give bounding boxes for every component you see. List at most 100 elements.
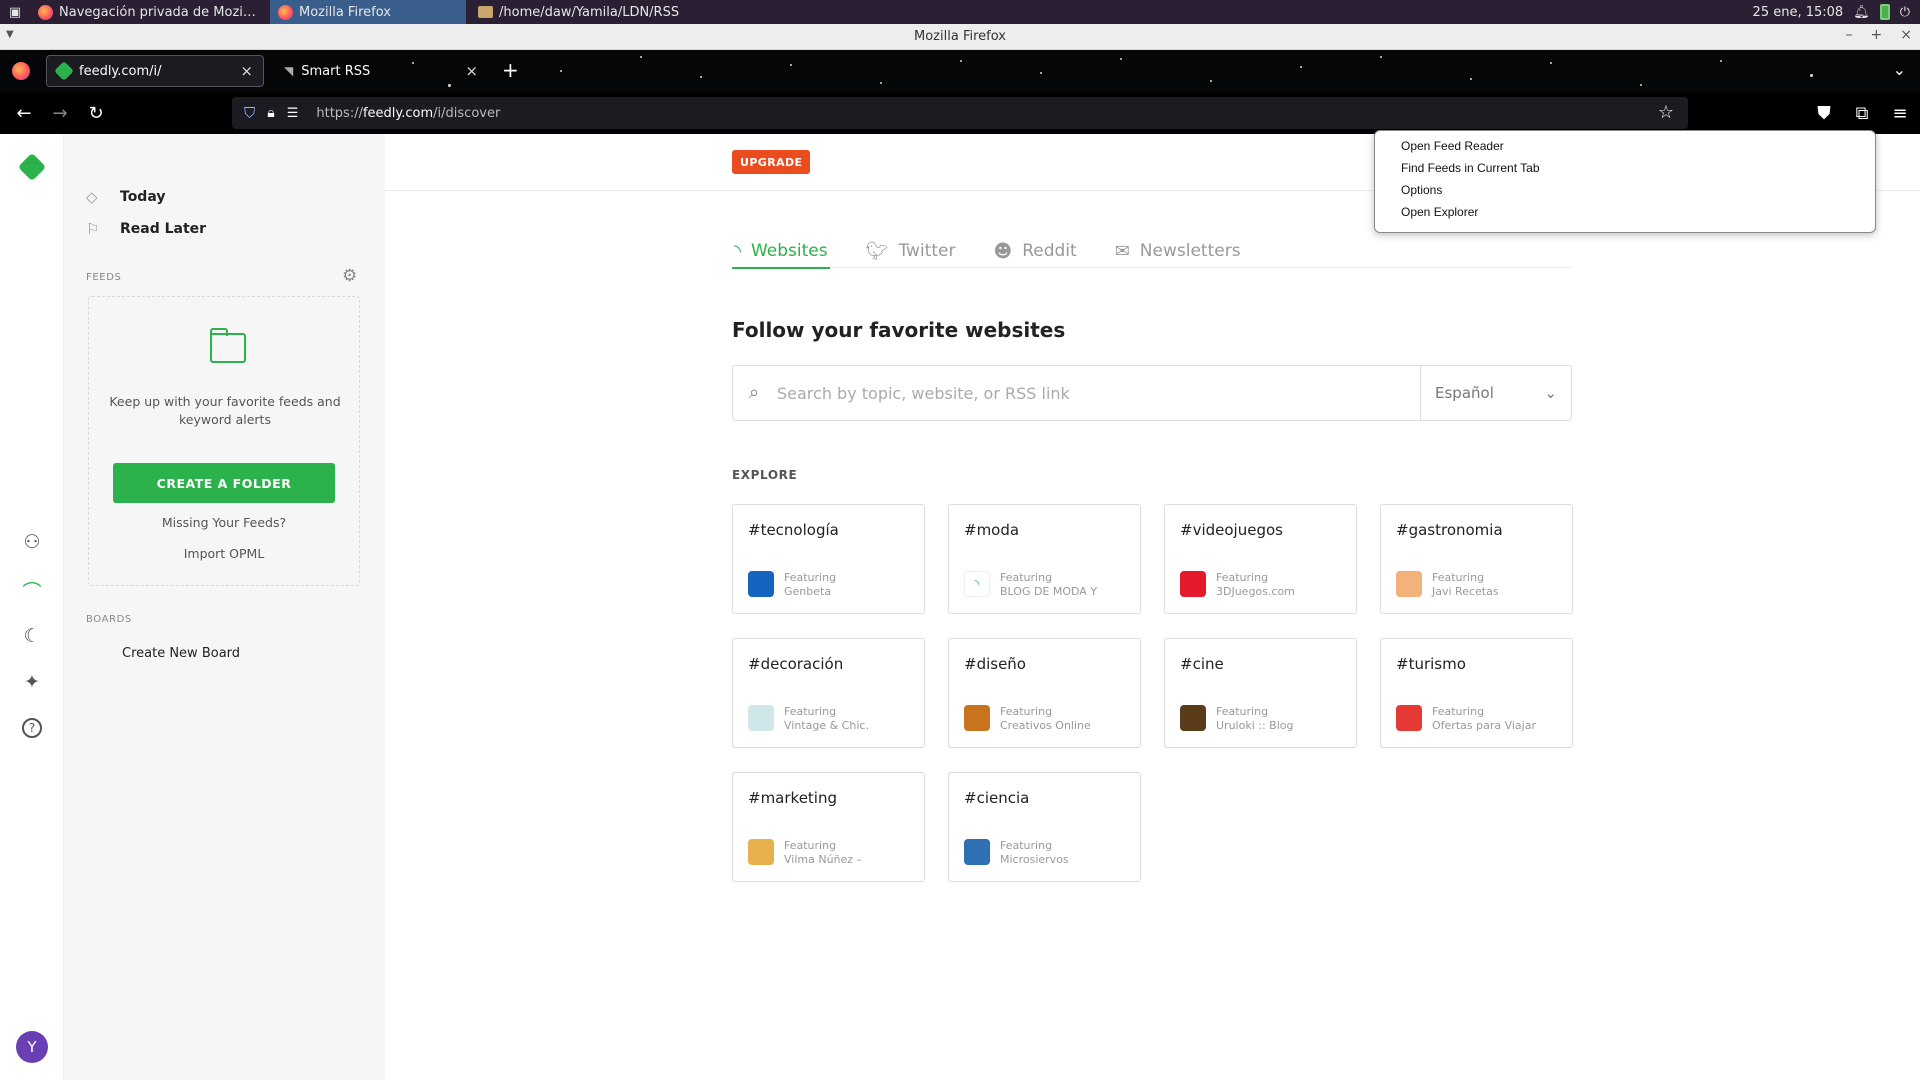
topic-tag: #cine (1180, 655, 1224, 673)
discover-main: UPGRADE ◝ Websites 🐦︎ Twitter ☻ Reddit ✉… (385, 134, 1920, 1080)
tab-twitter[interactable]: 🐦︎ Twitter (864, 234, 958, 268)
source-name: Vilma Núñez – (784, 853, 863, 866)
boards-section-label: BOARDS (86, 614, 132, 625)
back-button[interactable]: ← (6, 97, 42, 129)
language-select[interactable]: Español ⌄ (1420, 366, 1571, 420)
feedly-logo-icon[interactable] (17, 152, 47, 182)
featuring-label: Featuring (1216, 571, 1269, 584)
source-logo-icon (964, 705, 990, 731)
clock[interactable]: 25 ene, 15:08 (1753, 5, 1844, 20)
topic-card[interactable]: #decoración Featuring Vintage & Chic. (732, 638, 925, 748)
battery-icon[interactable] (1879, 4, 1890, 20)
sidebar-item-read-later[interactable]: ⚐ Read Later (86, 220, 206, 238)
hamburger-menu-icon[interactable]: ≡ (1888, 97, 1912, 129)
topic-card[interactable]: #diseño Featuring Creativos Online (948, 638, 1141, 748)
topic-card[interactable]: #turismo Featuring Ofertas para Viajar (1380, 638, 1573, 748)
topic-card[interactable]: #cineFeaturing Uruloki :: Blog (1164, 638, 1357, 748)
pocket-icon[interactable]: ⛊ (1812, 97, 1836, 129)
topic-card[interactable]: #marketing Featuring Vilma Núñez – (732, 772, 925, 882)
create-folder-button[interactable]: CREATE A FOLDER (113, 463, 335, 503)
featuring-label: Featuring (1000, 571, 1053, 584)
tab-smart-rss[interactable]: ◥ Smart RSS × (274, 55, 488, 87)
missing-feeds-link[interactable]: Missing Your Feeds? (89, 515, 359, 530)
taskbar-item-file-manager[interactable]: /home/daw/Yamila/LDN/RSS (470, 0, 730, 24)
window-title: Mozilla Firefox (914, 29, 1006, 44)
taskbar-item-label: Mozilla Firefox (299, 4, 391, 20)
minimize-icon[interactable]: – (1846, 27, 1853, 43)
taskbar-item-firefox[interactable]: Mozilla Firefox (270, 0, 466, 24)
tab-close-icon[interactable]: × (465, 62, 478, 80)
featured-source: Featuring Creativos Online (1000, 705, 1091, 733)
reload-button[interactable]: ↻ (78, 97, 114, 129)
new-tab-button[interactable]: + (502, 58, 519, 82)
import-opml-link[interactable]: Import OPML (89, 546, 359, 561)
gear-icon[interactable]: ⚙ (342, 266, 357, 286)
forward-button[interactable]: → (42, 97, 78, 129)
menu-item-open-explorer[interactable]: Open Explorer (1375, 201, 1875, 223)
source-logo-icon (964, 839, 990, 865)
icon-rail: ⚇ ⌒ ☾ ✦ ? Y (0, 134, 64, 1080)
source-name: Creativos Online (1000, 719, 1091, 732)
featured-source: Featuring Uruloki :: Blog (1216, 705, 1293, 733)
bookmark-star-icon[interactable]: ☆ (1658, 102, 1674, 123)
extensions-icon[interactable]: ⧉ (1850, 97, 1874, 129)
today-icon: ◇ (86, 188, 98, 206)
topic-card[interactable]: #ciencia Featuring Microsiervos (948, 772, 1141, 882)
search-input[interactable] (733, 366, 1420, 420)
menu-item-find-feeds[interactable]: Find Feeds in Current Tab (1375, 157, 1875, 179)
topic-card[interactable]: #gastronomia Featuring Javi Recetas (1380, 504, 1573, 614)
topic-card[interactable]: #moda ◝ Featuring BLOG DE MODA Y (948, 504, 1141, 614)
avatar[interactable]: Y (16, 1031, 48, 1063)
firefox-view-icon[interactable] (12, 62, 30, 80)
power-icon[interactable]: ⏻ (1900, 5, 1910, 20)
tracking-protection-icon[interactable]: ⛉ (244, 104, 255, 122)
add-feed-icon[interactable]: ⌒ (20, 578, 44, 603)
create-board-link[interactable]: Create New Board (122, 646, 240, 661)
url-bar[interactable]: ⛉ 🔒︎ ☰ https://feedly.com/i/discover ☆ (232, 97, 1688, 129)
tab-newsletters[interactable]: ✉ Newsletters (1113, 234, 1243, 268)
empty-feeds-panel: Keep up with your favorite feeds and key… (88, 296, 360, 586)
tab-reddit[interactable]: ☻ Reddit (991, 234, 1078, 268)
permissions-icon[interactable]: ☰ (287, 106, 299, 121)
menu-item-options[interactable]: Options (1375, 179, 1875, 201)
app-menu-icon[interactable]: ▣ (0, 0, 30, 24)
ai-sparkle-icon[interactable]: ✦ (20, 670, 44, 694)
topic-tag: #tecnología (748, 521, 839, 539)
night-mode-icon[interactable]: ☾ (20, 624, 44, 648)
tab-strip: feedly.com/i/ × ◥ Smart RSS × + ⌄ (0, 50, 1920, 92)
taskbar-item-label: Navegación privada de Mozi… (59, 4, 256, 20)
rss-icon: ◝ (734, 240, 741, 262)
firefox-icon (278, 4, 293, 20)
tab-title: feedly.com/i/ (79, 63, 162, 79)
tab-close-icon[interactable]: × (240, 62, 253, 80)
featured-source: Featuring Genbeta (784, 571, 836, 599)
tab-label: Reddit (1022, 241, 1077, 261)
menu-item-open-feed-reader[interactable]: Open Feed Reader (1375, 135, 1875, 157)
lock-icon[interactable]: 🔒︎ (267, 105, 274, 121)
featuring-label: Featuring (1000, 705, 1053, 718)
bell-icon[interactable]: 🔔︎ (1853, 5, 1870, 20)
source-name: Genbeta (784, 585, 832, 598)
sidebar-item-today[interactable]: ◇ Today (86, 188, 165, 206)
featuring-label: Featuring (1000, 839, 1053, 852)
feeds-sidebar: ◇ Today ⚐ Read Later FEEDS ⚙ Keep up wit… (64, 134, 385, 1080)
source-logo-icon (1396, 705, 1422, 731)
upgrade-button[interactable]: UPGRADE (732, 150, 811, 174)
bookmark-icon: ⚐ (86, 220, 100, 238)
tab-feedly[interactable]: feedly.com/i/ × (46, 55, 264, 87)
url-text[interactable]: https://feedly.com/i/discover (316, 106, 500, 121)
help-icon[interactable]: ? (22, 718, 42, 738)
maximize-icon[interactable]: + (1871, 27, 1883, 43)
close-icon[interactable]: × (1900, 27, 1912, 43)
window-menu-icon[interactable]: ▼ (6, 29, 14, 40)
add-people-icon[interactable]: ⚇ (20, 530, 44, 554)
topic-card[interactable]: #tecnología Featuring Genbeta (732, 504, 925, 614)
taskbar-item-private-browsing[interactable]: Navegación privada de Mozi… (30, 0, 270, 24)
feeds-section-label: FEEDS (86, 272, 122, 283)
featuring-label: Featuring (784, 705, 837, 718)
topic-card[interactable]: #videojuegos Featuring 3DJuegos.com (1164, 504, 1357, 614)
tab-websites[interactable]: ◝ Websites (732, 234, 830, 269)
list-all-tabs-icon[interactable]: ⌄ (1893, 60, 1906, 79)
tab-title: Smart RSS (301, 63, 371, 79)
topic-tag: #diseño (964, 655, 1026, 673)
